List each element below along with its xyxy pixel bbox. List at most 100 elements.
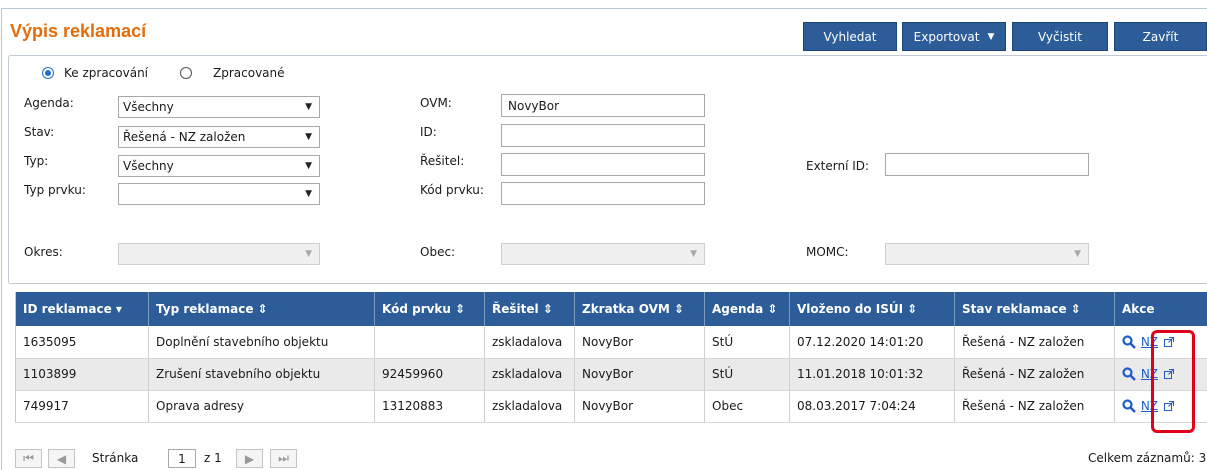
cell-kod: 13120883 xyxy=(374,390,485,423)
ovm-input[interactable]: NovyBor xyxy=(501,94,705,117)
col-header-agenda-label: Agenda xyxy=(712,302,764,316)
page-title: Výpis reklamací xyxy=(10,21,147,41)
okres-select[interactable]: ▼ xyxy=(118,243,320,265)
cell-id: 1635095 xyxy=(15,326,149,359)
kod-prvku-label: Kód prvku: xyxy=(420,183,484,197)
search-button[interactable]: Vyhledat xyxy=(803,22,897,51)
results-table: ID reklamace ▾ Typ reklamace ⇕ Kód prvku… xyxy=(15,292,1207,423)
stav-select[interactable]: Řešená - NZ založen ▼ xyxy=(118,126,320,148)
prev-page-button[interactable]: ◀ xyxy=(48,449,75,468)
radio-zpracovane[interactable] xyxy=(180,67,192,79)
col-header-resitel[interactable]: Řešitel ⇕ xyxy=(484,292,575,326)
cell-agenda: StÚ xyxy=(704,358,790,391)
momc-label: MOMC: xyxy=(806,245,849,259)
first-page-icon: ⏮ xyxy=(23,451,34,465)
col-header-kod-label: Kód prvku xyxy=(382,302,451,316)
first-page-button[interactable]: ⏮ xyxy=(15,449,42,468)
chevron-down-icon: ▼ xyxy=(1074,249,1081,259)
cell-kod: 92459960 xyxy=(374,358,485,391)
table-row[interactable]: 1103899 Zrušení stavebního objektu 92459… xyxy=(15,358,1207,391)
cell-id: 1103899 xyxy=(15,358,149,391)
okres-label: Okres: xyxy=(24,245,63,259)
externi-id-input[interactable] xyxy=(885,153,1089,176)
ovm-label: OVM: xyxy=(420,96,452,110)
typ-select-value: Všechny xyxy=(123,159,174,173)
sort-both-icon: ⇕ xyxy=(542,302,553,316)
cell-vlozeno: 11.01.2018 10:01:32 xyxy=(789,358,955,391)
cell-vlozeno: 08.03.2017 7:04:24 xyxy=(789,390,955,423)
sort-both-icon: ⇕ xyxy=(455,302,466,316)
last-page-button[interactable]: ⏭ xyxy=(270,449,297,468)
momc-select[interactable]: ▼ xyxy=(885,243,1089,265)
obec-select[interactable]: ▼ xyxy=(501,243,705,265)
radio-zpracovane-label: Zpracované xyxy=(213,66,285,80)
cell-stav: Řešená - NZ založen xyxy=(954,390,1115,423)
sort-both-icon: ⇕ xyxy=(907,302,918,316)
search-icon[interactable] xyxy=(1122,399,1136,414)
next-page-button[interactable]: ▶ xyxy=(236,449,263,468)
sort-desc-icon: ▾ xyxy=(115,302,122,316)
col-header-agenda[interactable]: Agenda ⇕ xyxy=(704,292,790,326)
agenda-label: Agenda: xyxy=(24,96,74,110)
col-header-stav[interactable]: Stav reklamace ⇕ xyxy=(954,292,1115,326)
clear-button-label: Vyčistit xyxy=(1038,29,1082,44)
col-header-vlozeno[interactable]: Vloženo do ISÚI ⇕ xyxy=(789,292,955,326)
close-button[interactable]: Zavřít xyxy=(1114,22,1207,51)
nz-link[interactable]: NZ xyxy=(1141,335,1158,349)
typ-label: Typ: xyxy=(24,154,49,168)
clear-button[interactable]: Vyčistit xyxy=(1012,22,1108,51)
cell-typ: Zrušení stavebního objektu xyxy=(148,358,375,391)
externi-id-label: Externí ID: xyxy=(806,159,870,173)
typ-prvku-select[interactable]: ▼ xyxy=(118,183,320,205)
chevron-down-icon: ▼ xyxy=(305,132,312,142)
total-records: Celkem záznamů: 3 xyxy=(1088,451,1207,465)
external-link-icon xyxy=(1163,337,1174,347)
id-label: ID: xyxy=(420,125,437,139)
agenda-select-value: Všechny xyxy=(123,100,174,114)
col-header-id[interactable]: ID reklamace ▾ xyxy=(15,292,149,326)
col-header-typ[interactable]: Typ reklamace ⇕ xyxy=(148,292,375,326)
cell-ovm: NovyBor xyxy=(574,358,705,391)
col-header-ovm[interactable]: Zkratka OVM ⇕ xyxy=(574,292,705,326)
cell-resitel: zskladalova xyxy=(484,358,575,391)
stav-select-value: Řešená - NZ založen xyxy=(123,130,246,144)
cell-ovm: NovyBor xyxy=(574,326,705,359)
id-input[interactable] xyxy=(501,124,705,147)
typ-select[interactable]: Všechny ▼ xyxy=(118,155,320,177)
external-link-icon xyxy=(1163,369,1174,380)
export-button[interactable]: Exportovat ▼ xyxy=(902,22,1006,51)
pager: ⏮ ◀ Stránka 1 z 1 ▶ ⏭ Celkem záznamů: 3 xyxy=(15,448,1207,470)
cell-resitel: zskladalova xyxy=(484,326,575,359)
cell-typ: Oprava adresy xyxy=(148,390,375,423)
resitel-input[interactable] xyxy=(501,153,705,176)
col-header-kod[interactable]: Kód prvku ⇕ xyxy=(374,292,485,326)
sort-both-icon: ⇕ xyxy=(1070,302,1081,316)
export-button-label: Exportovat xyxy=(913,29,980,44)
chevron-down-icon: ▼ xyxy=(305,189,312,199)
kod-prvku-input[interactable] xyxy=(501,182,705,205)
page-of-label: z 1 xyxy=(204,451,222,465)
nz-link[interactable]: NZ xyxy=(1141,367,1158,381)
radio-ke-zpracovani[interactable] xyxy=(42,67,54,79)
prev-page-icon: ◀ xyxy=(56,451,67,466)
obec-label: Obec: xyxy=(420,245,456,259)
col-header-ovm-label: Zkratka OVM xyxy=(582,302,670,316)
cell-akce: NZ xyxy=(1114,390,1207,423)
cell-akce: NZ xyxy=(1114,326,1207,359)
search-icon[interactable] xyxy=(1122,367,1136,382)
agenda-select[interactable]: Všechny ▼ xyxy=(118,96,320,118)
search-icon[interactable] xyxy=(1122,335,1136,349)
cell-ovm: NovyBor xyxy=(574,390,705,423)
sort-both-icon: ⇕ xyxy=(767,302,778,316)
cell-id: 749917 xyxy=(15,390,149,423)
stav-label: Stav: xyxy=(24,125,55,139)
table-row[interactable]: 1635095 Doplnění stavebního objektu zskl… xyxy=(15,326,1207,359)
sort-both-icon: ⇕ xyxy=(673,302,685,316)
table-row[interactable]: 749917 Oprava adresy 13120883 zskladalov… xyxy=(15,390,1207,423)
col-header-akce-label: Akce xyxy=(1122,302,1155,316)
resitel-label: Řešitel: xyxy=(420,154,465,168)
chevron-down-icon: ▼ xyxy=(305,102,312,112)
nz-link[interactable]: NZ xyxy=(1141,399,1158,413)
page-input[interactable]: 1 xyxy=(168,449,196,468)
page-input-value: 1 xyxy=(178,451,186,466)
